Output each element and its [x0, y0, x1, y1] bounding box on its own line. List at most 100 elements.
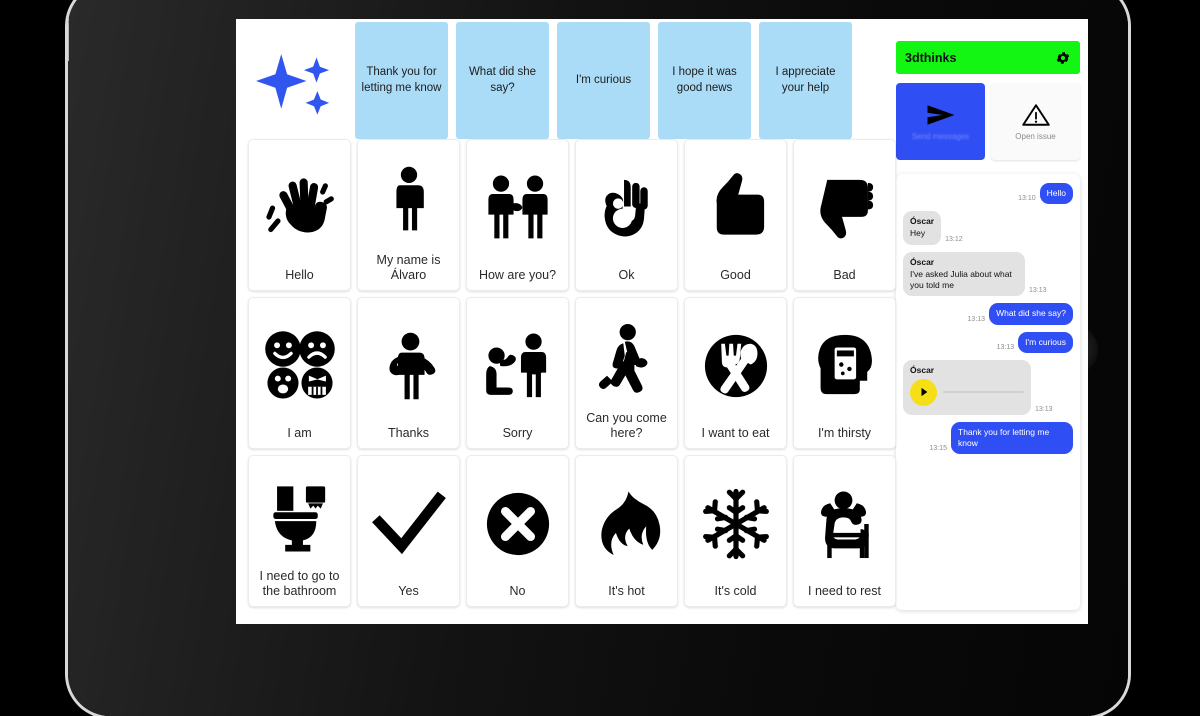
message-sender: Óscar: [910, 364, 935, 375]
suggestion-chip-4[interactable]: I appreciate your help: [759, 22, 852, 139]
symbol-card-i-need-bathroom[interactable]: I need to go to the bathroom: [248, 455, 351, 607]
chat-message: 13:15 Thank you for letting me know: [903, 421, 1073, 455]
send-messages-label: Send messages: [911, 131, 970, 141]
person-resting-chair-icon: [798, 464, 891, 584]
ok-hand-icon: [580, 148, 673, 268]
fork-and-spoon-icon: [689, 306, 782, 426]
symbol-label: I am: [287, 425, 312, 440]
sparkles-icon: [239, 22, 347, 139]
symbol-card-its-cold[interactable]: It's cold: [684, 455, 787, 607]
symbol-label: It's hot: [608, 583, 645, 598]
warning-triangle-icon: [1021, 102, 1051, 128]
symbol-card-hello[interactable]: Hello: [248, 139, 351, 291]
person-bowing-thanks-icon: [362, 306, 455, 426]
device-side-button[interactable]: [68, 9, 69, 61]
tablet-device: Thank you for letting me know What did s…: [68, 0, 1128, 716]
suggestion-chip-1[interactable]: What did she say?: [456, 22, 549, 139]
symbol-card-thanks[interactable]: Thanks: [357, 297, 460, 449]
symbol-card-my-name-is[interactable]: My name is Álvaro: [357, 139, 460, 291]
message-time: 13:12: [945, 235, 963, 243]
circle-x-icon: [471, 464, 564, 584]
message-bubble: Thank you for letting me know: [951, 421, 1073, 455]
suggestion-chip-3[interactable]: I hope it was good news: [658, 22, 751, 139]
flame-icon: [580, 464, 673, 584]
head-with-glass-icon: [798, 306, 891, 426]
app-screen: Thank you for letting me know What did s…: [236, 19, 1088, 624]
snowflake-icon: [689, 464, 782, 584]
message-time: 13:10: [1018, 195, 1036, 203]
symbol-label: I'm thirsty: [817, 425, 872, 440]
waving-hand-icon: [253, 148, 346, 268]
message-bubble: Óscar Hey: [903, 211, 942, 245]
symbol-grid: Hello My name is Álvaro How are you? Ok …: [236, 139, 896, 607]
suggestion-label: I appreciate your help: [775, 66, 836, 94]
message-time: 13:13: [1035, 405, 1053, 413]
message-time: 13:15: [929, 445, 947, 453]
symbol-card-im-thirsty[interactable]: I'm thirsty: [793, 297, 896, 449]
tablet-bezel: Thank you for letting me know What did s…: [68, 0, 1128, 716]
symbol-label: Thanks: [388, 425, 429, 440]
play-icon[interactable]: [910, 378, 937, 406]
send-messages-button[interactable]: Send messages: [896, 83, 985, 160]
chat-message: Óscar Hey 13:12: [903, 211, 1073, 245]
open-issue-button[interactable]: Open issue: [991, 83, 1080, 160]
action-row: Send messages Open issue: [896, 83, 1080, 160]
communication-board-panel: Thank you for letting me know What did s…: [236, 19, 896, 624]
suggestion-chip-2[interactable]: I'm curious: [557, 22, 650, 139]
message-sender: Óscar: [910, 256, 935, 267]
symbol-card-no[interactable]: No: [466, 455, 569, 607]
message-time: 13:13: [1029, 287, 1047, 295]
two-people-greeting-icon: [471, 148, 564, 268]
chat-log[interactable]: 13:10 Hello Óscar Hey 13:12 Óscar I've a…: [896, 174, 1080, 610]
symbol-card-its-hot[interactable]: It's hot: [575, 455, 678, 607]
symbol-label: Hello: [285, 267, 314, 282]
chat-message: Óscar I've asked Julia about what you to…: [903, 251, 1073, 297]
suggestion-label: I'm curious: [575, 73, 632, 86]
suggestion-chip-0[interactable]: Thank you for letting me know: [355, 22, 448, 139]
suggestion-row: Thank you for letting me know What did s…: [236, 19, 896, 139]
symbol-card-sorry[interactable]: Sorry: [466, 297, 569, 449]
gear-icon[interactable]: [1055, 50, 1071, 66]
symbol-card-bad[interactable]: Bad: [793, 139, 896, 291]
symbol-card-can-you-come-here[interactable]: Can you come here?: [575, 297, 678, 449]
message-text: Hey: [910, 228, 926, 239]
voice-progress-track[interactable]: [943, 391, 1024, 394]
symbol-card-i-want-to-eat[interactable]: I want to eat: [684, 297, 787, 449]
open-issue-label: Open issue: [1015, 131, 1056, 141]
message-bubble: Hello: [1039, 183, 1073, 205]
symbol-label: My name is Álvaro: [376, 252, 441, 282]
symbol-label: I want to eat: [701, 425, 770, 440]
thumbs-down-icon: [798, 148, 891, 268]
suggestion-label: What did she say?: [468, 66, 537, 94]
symbol-label: Sorry: [502, 425, 533, 440]
send-paper-plane-icon: [926, 102, 956, 128]
symbol-label: Ok: [618, 267, 635, 282]
suggestion-label: I hope it was good news: [672, 66, 737, 94]
symbol-label: Can you come here?: [586, 410, 667, 440]
messaging-panel: 3dthinks Send messages Open issue 13:10 …: [896, 19, 1088, 624]
symbol-label: Good: [720, 267, 751, 282]
symbol-card-i-need-to-rest[interactable]: I need to rest: [793, 455, 896, 607]
symbol-card-i-am[interactable]: I am: [248, 297, 351, 449]
suggestion-label: Thank you for letting me know: [361, 66, 442, 94]
toilet-icon: [253, 464, 346, 569]
symbol-card-ok[interactable]: Ok: [575, 139, 678, 291]
symbol-label: Yes: [398, 583, 419, 598]
symbol-label: Bad: [833, 267, 856, 282]
chat-message-voice: Óscar 13:13: [903, 359, 1073, 415]
symbol-card-good[interactable]: Good: [684, 139, 787, 291]
symbol-label: No: [509, 583, 526, 598]
checkmark-icon: [362, 464, 455, 584]
symbol-card-yes[interactable]: Yes: [357, 455, 460, 607]
chat-message: 13:13 I'm curious: [903, 331, 1073, 353]
voice-player: [910, 378, 1024, 406]
thumbs-up-icon: [689, 148, 782, 268]
four-emotion-faces-icon: [253, 306, 346, 426]
person-kneeling-apology-icon: [471, 306, 564, 426]
symbol-card-how-are-you[interactable]: How are you?: [466, 139, 569, 291]
symbol-label: It's cold: [714, 583, 757, 598]
app-header: 3dthinks: [896, 41, 1080, 74]
app-title: 3dthinks: [905, 50, 957, 65]
message-text: I've asked Julia about what you told me: [910, 268, 1012, 291]
message-time: 13:13: [996, 343, 1015, 351]
